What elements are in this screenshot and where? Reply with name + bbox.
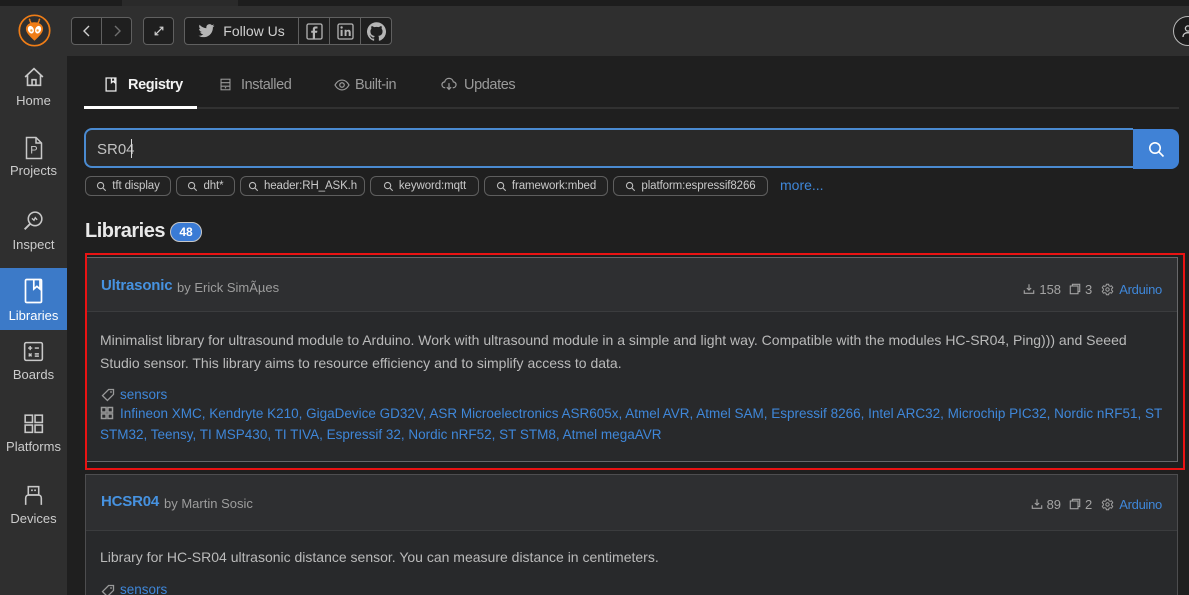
svg-text:P: P xyxy=(30,145,37,157)
